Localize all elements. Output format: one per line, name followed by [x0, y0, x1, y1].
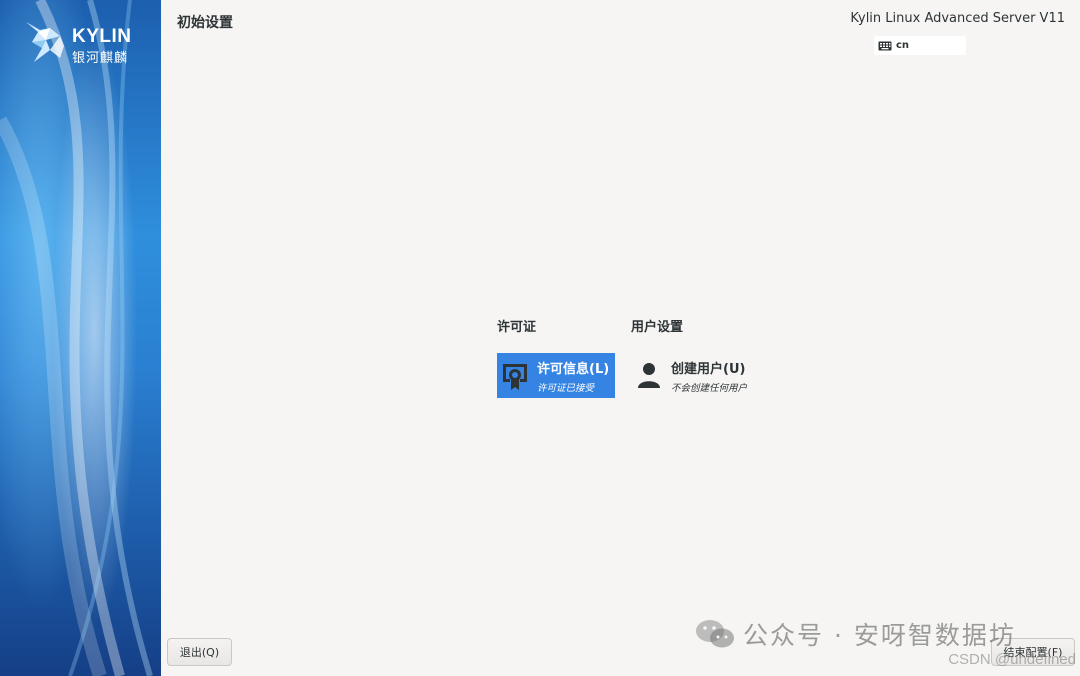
wechat-watermark-text: 公众号 · 安呀智数据坊 [743, 621, 1016, 650]
spoke-license-title: 许可信息(L) [537, 361, 610, 377]
csdn-watermark: CSDN @undefined [948, 651, 1076, 668]
initial-setup-window: KYLIN 银河麒麟 初始设置 Kylin Linux Advanced Ser… [0, 0, 1080, 676]
product-name: Kylin Linux Advanced Server V11 [850, 11, 1065, 26]
user-icon [638, 362, 660, 388]
keyboard-icon [878, 41, 892, 50]
sidebar-background-art [0, 0, 153, 676]
spoke-create-user-status: 不会创建任何用户 [671, 382, 748, 394]
kylin-logo-icon [26, 22, 64, 62]
page-title: 初始设置 [177, 15, 233, 31]
spoke-create-user-title: 创建用户(U) [671, 361, 746, 377]
branding-sidebar: KYLIN 银河麒麟 [0, 0, 161, 676]
spoke-license-status: 许可证已接受 [537, 382, 595, 394]
logo-wordmark: KYLIN [72, 26, 132, 47]
keyboard-layout-indicator[interactable]: cn [874, 36, 966, 55]
category-license-label: 许可证 [497, 320, 537, 335]
logo-chinese-wordmark: 银河麒麟 [72, 51, 129, 66]
category-user-settings-label: 用户设置 [631, 320, 684, 335]
spoke-license-information[interactable]: 许可信息(L) 许可证已接受 [497, 353, 615, 398]
wechat-icon [696, 620, 734, 648]
certificate-icon [503, 363, 527, 390]
kylin-logo: KYLIN 银河麒麟 [20, 18, 145, 66]
wechat-watermark: 公众号 · 安呀智数据坊 [695, 616, 1016, 652]
quit-button[interactable]: 退出(Q) [167, 638, 232, 666]
spoke-create-user[interactable]: 创建用户(U) 不会创建任何用户 [631, 353, 761, 398]
keyboard-layout-label: cn [896, 40, 910, 51]
